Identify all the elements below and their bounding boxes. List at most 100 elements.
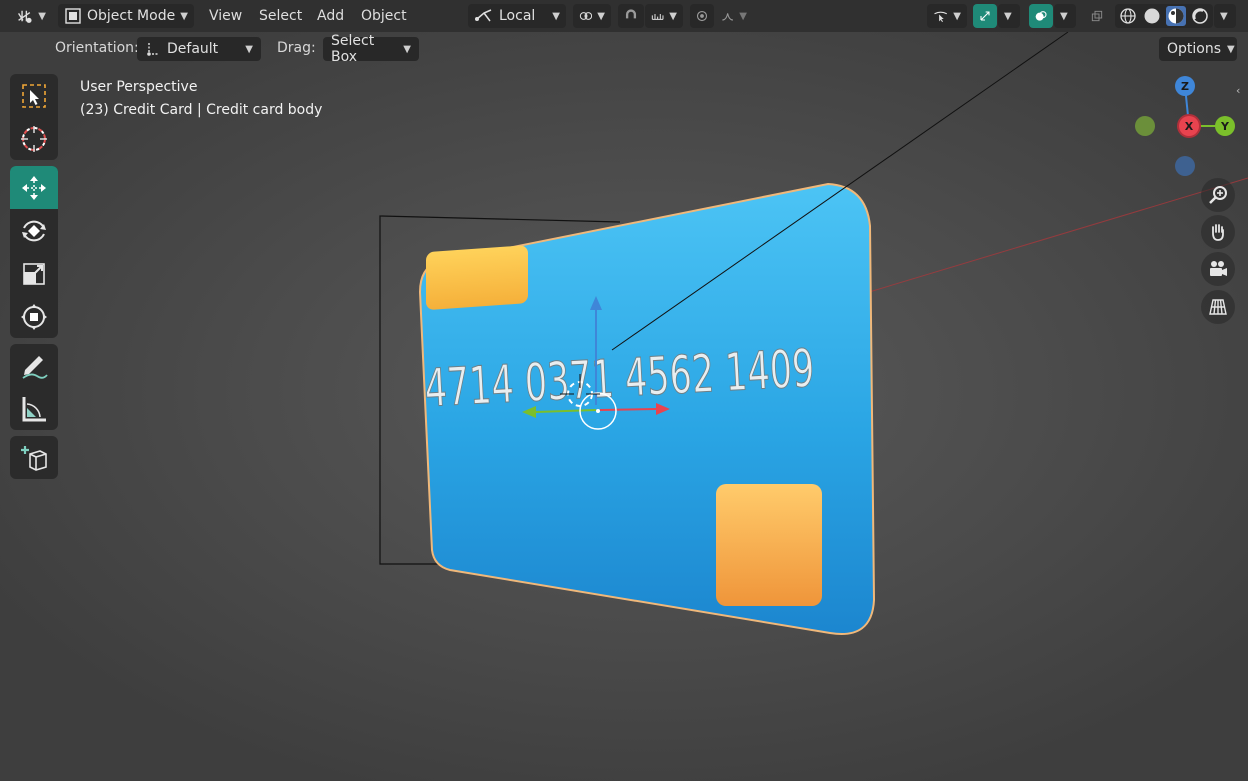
toolbar-add-group — [10, 436, 58, 479]
pivot-icon — [579, 12, 593, 20]
add-menu[interactable]: Add — [317, 6, 344, 26]
wireframe-icon — [1120, 8, 1136, 24]
pivot-point-dropdown[interactable]: ▼ — [573, 4, 611, 28]
orientation-gizmo[interactable]: Z Y X — [1130, 74, 1240, 184]
pan-button[interactable] — [1201, 215, 1235, 249]
grid-icon — [1209, 299, 1227, 315]
gizmo-toggle[interactable] — [973, 4, 997, 28]
local-orientation-icon — [475, 9, 492, 22]
scale-icon — [23, 262, 45, 285]
chevron-down-icon: ▼ — [953, 10, 961, 22]
rendered-shading-button[interactable] — [1190, 6, 1210, 26]
chevron-down-icon: ▼ — [1060, 10, 1068, 22]
gizmo-neg-z[interactable] — [1175, 156, 1195, 176]
selectability-dropdown[interactable]: ▼ — [927, 4, 967, 28]
orientation-value: Default — [167, 41, 219, 57]
material-icon — [1168, 8, 1184, 24]
viewport-info: User Perspective (23) Credit Card | Cred… — [80, 76, 322, 122]
proportional-edit-toggle[interactable] — [690, 4, 714, 28]
overlays-icon — [1035, 11, 1047, 21]
sidebar-toggle[interactable]: ‹ — [1236, 84, 1248, 100]
select-box-tool[interactable] — [10, 74, 58, 117]
gizmo-dropdown[interactable]: ▼ — [998, 4, 1020, 28]
mode-label: Object Mode — [87, 8, 176, 24]
shading-dropdown[interactable]: ▼ — [1214, 4, 1236, 28]
overlays-toggle[interactable] — [1029, 4, 1053, 28]
material-shading-button[interactable] — [1166, 6, 1186, 26]
add-cube-icon — [21, 445, 47, 471]
shading-mode-group — [1115, 4, 1213, 28]
chevron-down-icon: ▼ — [1004, 10, 1012, 22]
view-menu[interactable]: View — [209, 6, 242, 26]
chevron-down-icon: ▼ — [597, 10, 605, 22]
gizmo-y-axis[interactable]: Y — [1215, 116, 1235, 136]
transform-orientation-value: Local — [499, 8, 536, 24]
move-tool[interactable] — [10, 166, 58, 209]
object-info: (23) Credit Card | Credit card body — [80, 102, 323, 118]
object-menu[interactable]: Object — [361, 6, 407, 26]
proportional-icon — [696, 10, 708, 22]
rotate-tool[interactable] — [10, 209, 58, 252]
gizmo-x-axis[interactable]: X — [1179, 116, 1199, 136]
transform-orientation-dropdown[interactable]: Local ▼ — [468, 4, 566, 28]
overlays-dropdown[interactable]: ▼ — [1054, 4, 1076, 28]
cursor-icon — [21, 125, 47, 152]
view-name: User Perspective — [80, 79, 198, 95]
zoom-button[interactable] — [1201, 178, 1235, 212]
gizmo-z-axis[interactable]: Z — [1175, 76, 1195, 96]
object-mode-icon — [65, 8, 81, 24]
wireframe-shading-button[interactable] — [1118, 6, 1138, 26]
camera-view-button[interactable] — [1201, 252, 1235, 286]
camera-icon — [1210, 261, 1227, 276]
select-box-icon — [22, 83, 46, 108]
falloff-icon — [722, 13, 734, 21]
card-chip-lower — [716, 484, 822, 606]
gizmo-neg-y[interactable] — [1135, 116, 1155, 136]
drag-label: Drag: — [277, 40, 316, 56]
solid-icon — [1144, 8, 1160, 24]
toolbar-transform-group — [10, 166, 58, 338]
options-label: Options — [1167, 41, 1222, 57]
viewport-header: ▼ Object Mode ▼ View Select Add Object L… — [0, 0, 1248, 32]
xray-toggle[interactable] — [1085, 4, 1109, 28]
hand-icon — [1212, 224, 1224, 241]
snap-target-dropdown[interactable]: ▼ — [645, 4, 683, 28]
drag-dropdown[interactable]: Select Box ▼ — [323, 33, 419, 65]
toolbar-annotate-group — [10, 344, 58, 430]
tool-settings-bar: Orientation: Default ▼ Drag: Select Box … — [0, 32, 1248, 66]
magnet-icon — [625, 9, 637, 19]
select-menu[interactable]: Select — [259, 6, 302, 26]
annotate-tool[interactable] — [10, 344, 58, 387]
chevron-down-icon: ▼ — [1227, 43, 1235, 55]
chevron-down-icon: ▼ — [403, 43, 411, 55]
ortho-toggle-button[interactable] — [1201, 290, 1235, 324]
ruler-icon — [22, 396, 46, 421]
mode-dropdown[interactable]: Object Mode ▼ — [58, 4, 194, 28]
orientation-icon — [147, 43, 159, 56]
snap-toggle[interactable] — [618, 4, 644, 28]
chevron-down-icon: ▼ — [180, 10, 188, 22]
transform-icon — [21, 303, 47, 330]
drag-value: Select Box — [331, 33, 375, 65]
editor-type-button[interactable]: ▼ — [10, 4, 52, 28]
solid-shading-button[interactable] — [1142, 6, 1162, 26]
chevron-down-icon: ▼ — [245, 43, 253, 55]
chevron-down-icon: ▼ — [38, 10, 46, 22]
editor-type-icon — [18, 10, 32, 23]
scale-tool[interactable] — [10, 252, 58, 295]
add-cube-tool[interactable] — [10, 436, 58, 479]
falloff-dropdown[interactable]: ▼ — [715, 4, 753, 28]
chevron-down-icon: ▼ — [669, 10, 677, 22]
chevron-down-icon: ▼ — [552, 10, 560, 22]
rotate-icon — [22, 220, 46, 241]
toolbar-select-group — [10, 74, 58, 160]
measure-tool[interactable] — [10, 387, 58, 430]
zoom-icon — [1209, 186, 1227, 204]
move-icon — [22, 175, 46, 200]
transform-tool[interactable] — [10, 295, 58, 338]
orientation-label: Orientation: — [55, 40, 139, 56]
options-dropdown[interactable]: Options ▼ — [1159, 37, 1237, 61]
3d-viewport[interactable]: 4714 0371 4562 1409 User Perspective (23… — [0, 0, 1248, 781]
cursor-tool[interactable] — [10, 117, 58, 160]
orientation-dropdown[interactable]: Default ▼ — [137, 37, 261, 61]
